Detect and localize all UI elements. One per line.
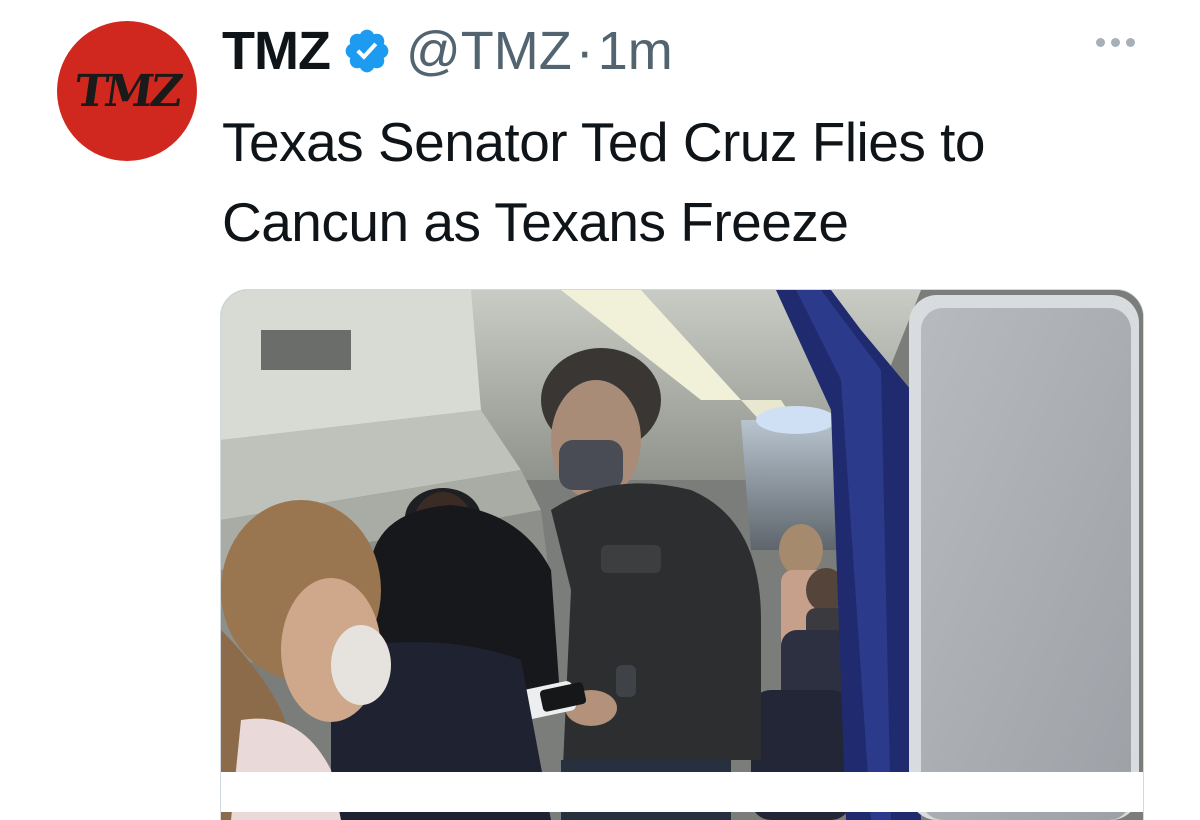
timestamp[interactable]: 1m bbox=[598, 20, 673, 82]
author-handle[interactable]: @TMZ bbox=[406, 20, 572, 82]
media-card-footer[interactable] bbox=[220, 772, 1144, 812]
tmz-logo: TMZ bbox=[71, 65, 183, 117]
more-horizontal-icon[interactable] bbox=[1096, 38, 1135, 47]
author-name[interactable]: TMZ bbox=[222, 20, 331, 82]
airplane-cabin-photo bbox=[221, 290, 1143, 820]
tweet-header: TMZ @TMZ · 1m bbox=[222, 16, 673, 86]
avatar[interactable]: TMZ bbox=[57, 21, 197, 161]
separator-dot: · bbox=[575, 21, 594, 81]
tweet-media-image[interactable] bbox=[220, 289, 1144, 820]
verified-badge-icon bbox=[345, 29, 389, 73]
tweet-text: Texas Senator Ted Cruz Flies to Cancun a… bbox=[222, 111, 986, 253]
